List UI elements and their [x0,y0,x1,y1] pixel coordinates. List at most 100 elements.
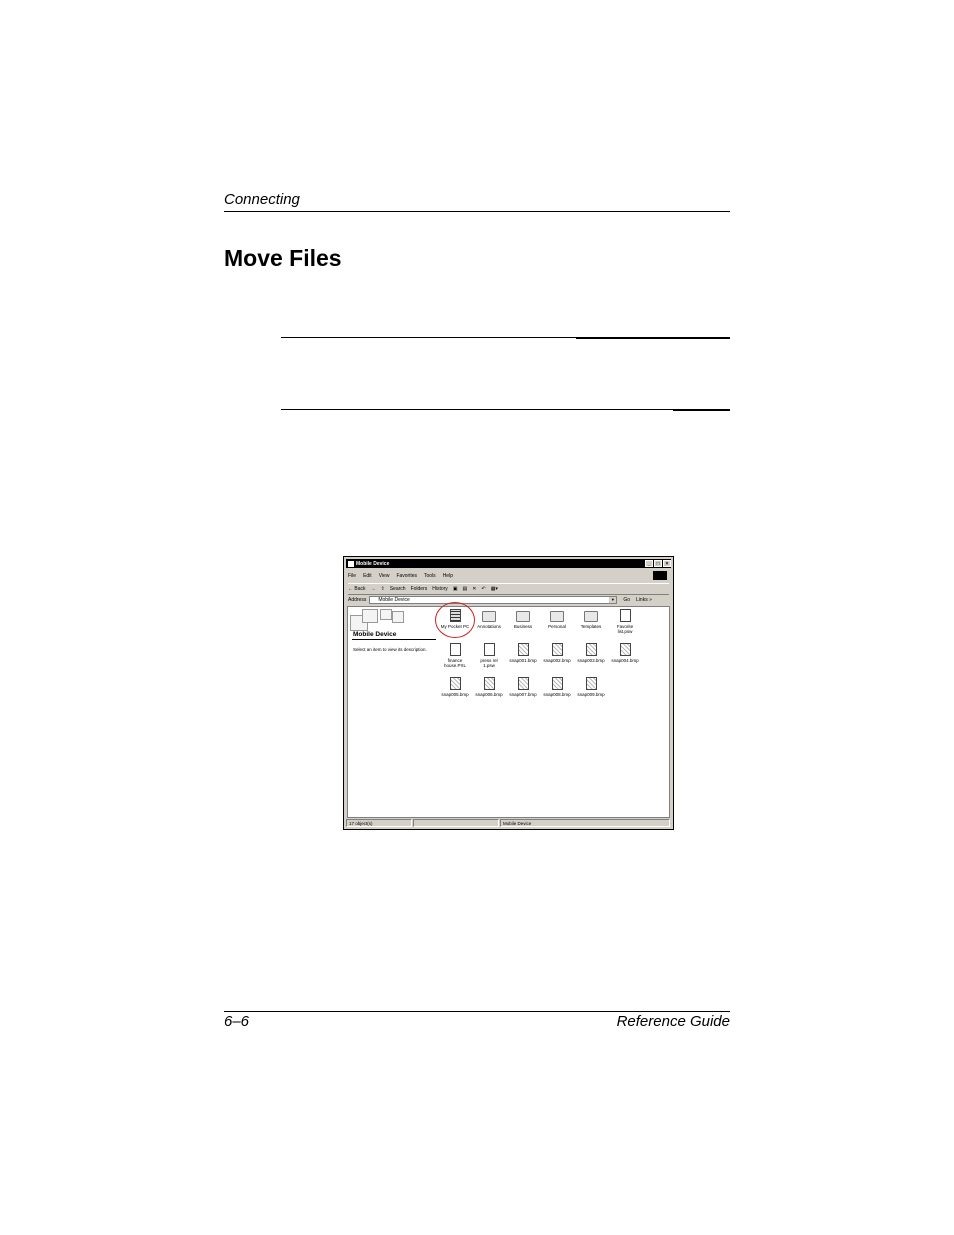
go-button[interactable]: Go [623,597,630,603]
file-item[interactable]: finance house.PXL [438,643,472,668]
image-file-icon [517,677,529,690]
menu-help[interactable]: Help [443,573,453,579]
header-rule [224,211,730,212]
minimize-icon[interactable]: _ [645,560,653,567]
left-pane-rule [352,639,436,640]
file-item-label: Templates [580,624,602,629]
content-area: Mobile Device Select an item to view its… [347,606,670,818]
file-item[interactable]: snap004.bmp [608,643,642,663]
address-field[interactable]: Mobile Device ▼ [369,596,618,604]
back-button[interactable]: ← Back [348,586,366,592]
file-item[interactable]: Templates [574,609,608,629]
image-file-icon [585,643,597,656]
menu-bar: File Edit View Favorites Tools Help [348,571,669,580]
window-titlebar: Mobile Device _ □ × [346,559,671,568]
folder-icon [482,611,496,622]
image-file-icon [551,677,563,690]
up-icon[interactable]: ⇧ [381,586,385,592]
move-to-icon[interactable]: ▣ [453,586,458,592]
file-item[interactable]: snap005.bmp [438,677,472,697]
page-number: 6–6 [224,1013,250,1030]
highlight-circle [435,602,475,638]
menu-favorites[interactable]: Favorites [396,573,417,579]
file-item-label: snap009.bmp [577,692,605,697]
file-item[interactable]: snap006.bmp [472,677,506,697]
file-item[interactable]: snap001.bmp [506,643,540,663]
file-item-label: finance house.PXL [443,658,467,668]
close-icon[interactable]: × [663,560,671,567]
menu-file[interactable]: File [348,573,356,579]
window-title: Mobile Device [356,560,390,567]
file-item[interactable]: snap003.bmp [574,643,608,663]
image-file-icon [449,677,461,690]
folders-button[interactable]: Folders [411,586,428,592]
file-item[interactable]: snap009.bmp [574,677,608,697]
file-item[interactable]: Annotations [472,609,506,629]
left-pane: Mobile Device Select an item to view its… [348,607,436,817]
address-value: Mobile Device [378,597,410,603]
folder-icon [584,611,598,622]
note-bottom-rule [281,409,730,410]
folder-icon [550,611,564,622]
document-icon [449,643,461,656]
footer-rule [224,1011,730,1012]
left-pane-description: Select an item to view its description. [353,647,427,652]
address-bar: Address Mobile Device ▼ Go Links » [348,595,669,605]
file-item[interactable]: press rel 1.psw [472,643,506,668]
file-item[interactable]: snap008.bmp [540,677,574,697]
file-item-label: press rel 1.psw [480,658,498,668]
window-icon [348,560,354,567]
note-bottom-rule-thick [673,409,730,411]
file-item[interactable]: snap007.bmp [506,677,540,697]
image-file-icon [483,677,495,690]
search-button[interactable]: Search [390,586,406,592]
maximize-icon[interactable]: □ [654,560,662,567]
views-icon[interactable]: ▦▾ [491,586,498,592]
file-item-label: snap007.bmp [509,692,537,697]
running-head: Connecting [224,191,300,208]
status-bar: 17 object(s) Mobile Device [346,819,671,828]
toolbar: ← Back → ⇧ Search Folders History ▣ ▤ ✕ … [348,583,669,595]
file-item-label: snap001.bmp [509,658,537,663]
links-button[interactable]: Links » [636,597,652,603]
copy-to-icon[interactable]: ▤ [463,586,468,592]
address-label: Address [348,597,367,603]
status-count: 17 object(s) [346,819,412,827]
folder-banner-icon [350,609,404,631]
menu-edit[interactable]: Edit [363,573,372,579]
file-item[interactable]: snap002.bmp [540,643,574,663]
document-icon [483,643,495,656]
file-item-label: snap004.bmp [611,658,639,663]
mobile-device-screenshot: Mobile Device _ □ × File Edit View Favor… [343,556,674,830]
menu-view[interactable]: View [379,573,390,579]
history-button[interactable]: History [432,586,448,592]
image-file-icon [585,677,597,690]
file-item[interactable]: Business [506,609,540,629]
file-item-label: Annotations [477,624,501,629]
file-item[interactable]: Favorite list.psw [608,609,642,634]
delete-icon[interactable]: ✕ [472,586,476,592]
file-item-label: Business [513,624,533,629]
image-file-icon [619,643,631,656]
menu-tools[interactable]: Tools [424,573,436,579]
section-title: Move Files [224,245,342,271]
status-empty [413,819,499,827]
forward-icon[interactable]: → [371,586,376,592]
undo-icon[interactable]: ↶ [481,586,485,592]
file-item-label: snap003.bmp [577,658,605,663]
folder-icon [516,611,530,622]
status-location: Mobile Device [500,819,670,827]
file-item-label: Favorite list.psw [616,624,634,634]
left-pane-title: Mobile Device [353,631,397,638]
file-item[interactable]: Personal [540,609,574,629]
image-file-icon [551,643,563,656]
image-file-icon [517,643,529,656]
file-item-label: Personal [548,624,566,629]
file-item-label: snap002.bmp [543,658,571,663]
note-top-rule-thick [576,337,730,339]
file-item-label: snap006.bmp [475,692,503,697]
chevron-down-icon[interactable]: ▼ [609,597,617,603]
file-item-label: snap005.bmp [441,692,469,697]
file-item-label: snap008.bmp [543,692,571,697]
windows-logo-icon [653,571,667,580]
